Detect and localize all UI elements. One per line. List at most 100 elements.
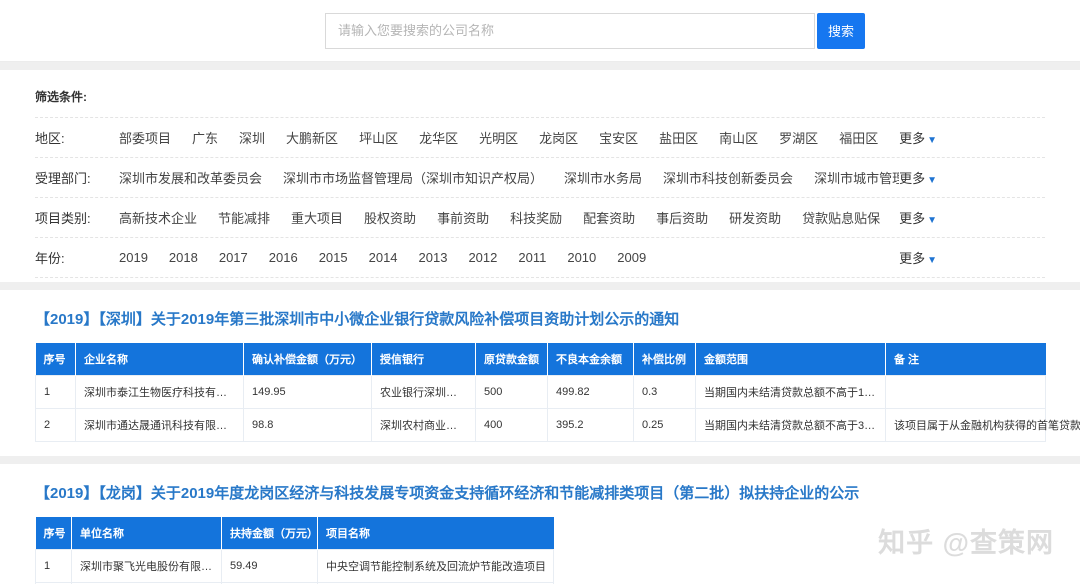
filter-option[interactable]: 深圳市发展和改革委员会 xyxy=(119,168,262,187)
table-cell: 500 xyxy=(476,376,548,409)
filter-option-year[interactable]: 2014 xyxy=(369,250,398,265)
filter-option-year[interactable]: 2013 xyxy=(419,250,448,265)
filter-option[interactable]: 大鹏新区 xyxy=(286,128,338,147)
column-header: 序号 xyxy=(36,517,72,550)
filter-option-year[interactable]: 2015 xyxy=(319,250,348,265)
table-header-row: 序号 单位名称 扶持金额（万元） 项目名称 xyxy=(36,517,554,550)
table-cell: 农业银行深圳分行 xyxy=(372,376,476,409)
filter-option-year[interactable]: 2012 xyxy=(468,250,497,265)
filter-option-year[interactable]: 2019 xyxy=(119,250,148,265)
table-cell: 中央空调节能控制系统及回流炉节能改造项目 xyxy=(318,550,554,583)
filter-option[interactable]: 重大项目 xyxy=(291,208,343,227)
filter-option[interactable]: 事前资助 xyxy=(437,208,489,227)
column-header: 单位名称 xyxy=(72,517,222,550)
chevron-down-icon: ▼ xyxy=(927,255,937,266)
filter-panel-title: 筛选条件: xyxy=(35,88,1045,105)
filter-option-year[interactable]: 2011 xyxy=(518,250,546,265)
filter-option[interactable]: 广东 xyxy=(192,128,218,147)
filter-option[interactable]: 坪山区 xyxy=(359,128,398,147)
chevron-down-icon: ▼ xyxy=(927,175,937,186)
filter-row-year: 年份: 2019 2018 2017 2016 2015 2014 2013 2012 2011… xyxy=(35,237,1045,278)
filter-options-year: 2019 2018 2017 2016 2015 2014 2013 2012 2011 2010… xyxy=(119,250,899,265)
search-button[interactable]: 搜索 xyxy=(817,13,865,49)
loan-compensation-table: 序号 企业名称 确认补偿金额（万元） 授信银行 原贷款金额 不良本金余额 补偿比… xyxy=(35,343,1046,442)
notice-title-link[interactable]: 【2019】【龙岗】关于2019年度龙岗区经济与科技发展专项资金支持循环经济和节… xyxy=(35,482,1045,503)
column-header: 原贷款金额 xyxy=(476,343,548,376)
more-label: 更多 xyxy=(899,211,925,226)
support-fund-table: 序号 单位名称 扶持金额（万元） 项目名称 1 深圳市聚飞光电股份有限公司 59… xyxy=(35,517,554,584)
more-label: 更多 xyxy=(899,251,925,266)
filter-option[interactable]: 部委项目 xyxy=(119,128,171,147)
table-row: 2 深圳市通达晟通讯科技有限公司 98.8 深圳农村商业银行 400 395.2… xyxy=(36,409,1046,442)
column-header: 备 注 xyxy=(886,343,1046,376)
filter-option[interactable]: 科技奖励 xyxy=(510,208,562,227)
filter-option[interactable]: 深圳市科技创新委员会 xyxy=(663,168,793,187)
table-cell: 0.25 xyxy=(634,409,696,442)
filter-options-department: 深圳市发展和改革委员会 深圳市市场监督管理局（深圳市知识产权局） 深圳市水务局 深圳市… xyxy=(119,168,899,187)
filter-option[interactable]: 节能减排 xyxy=(218,208,270,227)
column-header: 项目名称 xyxy=(318,517,554,550)
table-cell: 深圳市泰江生物医疗科技有限公司 xyxy=(76,376,244,409)
filter-option[interactable]: 股权资助 xyxy=(364,208,416,227)
table-cell: 深圳农村商业银行 xyxy=(372,409,476,442)
table-cell: 该项目属于从金融机构获得的首笔贷款 xyxy=(886,409,1046,442)
filter-option[interactable]: 宝安区 xyxy=(599,128,638,147)
filter-option[interactable]: 光明区 xyxy=(479,128,518,147)
column-header: 补偿比例 xyxy=(634,343,696,376)
filter-label-year: 年份: xyxy=(35,248,119,267)
filter-option-year[interactable]: 2016 xyxy=(269,250,298,265)
filter-row-department: 受理部门: 深圳市发展和改革委员会深圳市市场监督管理局（深圳市知识产权局）深圳市… xyxy=(35,157,1045,197)
table-cell: 当期国内未结清贷款总额不高于1500万 xyxy=(696,376,886,409)
filter-options-category: 高新技术企业 节能减排 重大项目 股权资助 事前资助 科技奖励 配套资助 事后资助 研发资助 贷款… xyxy=(119,208,899,227)
notice-section-shenzhen: 【2019】【深圳】关于2019年第三批深圳市中小微企业银行贷款风险补偿项目资助… xyxy=(0,290,1080,456)
filter-label-region: 地区: xyxy=(35,128,119,147)
table-cell: 2 xyxy=(36,409,76,442)
chevron-down-icon: ▼ xyxy=(927,215,937,226)
filter-option[interactable]: 南山区 xyxy=(719,128,758,147)
notice-title-link[interactable]: 【2019】【深圳】关于2019年第三批深圳市中小微企业银行贷款风险补偿项目资助… xyxy=(35,308,1045,329)
zhihu-watermark: 知乎 @查策网 xyxy=(878,521,1054,560)
filter-option[interactable]: 龙岗区 xyxy=(539,128,578,147)
filter-option-year[interactable]: 2009 xyxy=(617,250,646,265)
filter-options-region: 部委项目 广东 深圳 大鹏新区 坪山区 龙华区 光明区 龙岗区 宝安区 盐田区 南山区 罗湖区 福田区 xyxy=(119,128,899,147)
table-cell: 1 xyxy=(36,376,76,409)
more-link-category[interactable]: 更多▼ xyxy=(899,208,937,227)
table-cell: 499.82 xyxy=(548,376,634,409)
filter-option[interactable]: 深圳市市场监督管理局（深圳市知识产权局） xyxy=(283,168,543,187)
filter-row-region: 地区: 部委项目 广东 深圳 大鹏新区 坪山区 龙华区 光明区 龙岗区 宝安区 盐田区 南山区 罗湖区… xyxy=(35,117,1045,157)
column-header: 企业名称 xyxy=(76,343,244,376)
filter-option[interactable]: 盐田区 xyxy=(659,128,698,147)
filter-panel: 筛选条件: 地区: 部委项目 广东 深圳 大鹏新区 坪山区 龙华区 光明区 龙岗区 宝安区 盐田区… xyxy=(0,70,1080,282)
filter-label-department: 受理部门: xyxy=(35,168,119,187)
filter-option[interactable]: 贷款贴息贴保 xyxy=(802,208,880,227)
more-label: 更多 xyxy=(899,131,925,146)
filter-label-category: 项目类别: xyxy=(35,208,119,227)
filter-option[interactable]: 福田区 xyxy=(839,128,878,147)
filter-option[interactable]: 深圳市城市管理和综合执法局 xyxy=(814,168,899,187)
filter-option[interactable]: 高新技术企业 xyxy=(119,208,197,227)
filter-option[interactable]: 深圳市水务局 xyxy=(564,168,642,187)
search-input[interactable] xyxy=(325,13,815,49)
more-link-year[interactable]: 更多▼ xyxy=(899,248,937,267)
filter-option-year[interactable]: 2017 xyxy=(219,250,248,265)
search-area: 搜索 xyxy=(325,13,865,49)
table-cell: 1 xyxy=(36,550,72,583)
filter-option-year[interactable]: 2018 xyxy=(169,250,198,265)
column-header: 不良本金余额 xyxy=(548,343,634,376)
filter-option[interactable]: 深圳 xyxy=(239,128,265,147)
more-link-department[interactable]: 更多▼ xyxy=(899,168,937,187)
filter-option[interactable]: 罗湖区 xyxy=(779,128,818,147)
table-cell: 400 xyxy=(476,409,548,442)
filter-option[interactable]: 研发资助 xyxy=(729,208,781,227)
table-cell: 59.49 xyxy=(222,550,318,583)
column-header: 扶持金额（万元） xyxy=(222,517,318,550)
column-header: 授信银行 xyxy=(372,343,476,376)
filter-option[interactable]: 配套资助 xyxy=(583,208,635,227)
filter-option-year[interactable]: 2010 xyxy=(567,250,596,265)
filter-option[interactable]: 龙华区 xyxy=(419,128,458,147)
filter-option[interactable]: 事后资助 xyxy=(656,208,708,227)
table-cell xyxy=(886,376,1046,409)
more-link-region[interactable]: 更多▼ xyxy=(899,128,937,147)
table-cell: 395.2 xyxy=(548,409,634,442)
table-cell: 深圳市聚飞光电股份有限公司 xyxy=(72,550,222,583)
